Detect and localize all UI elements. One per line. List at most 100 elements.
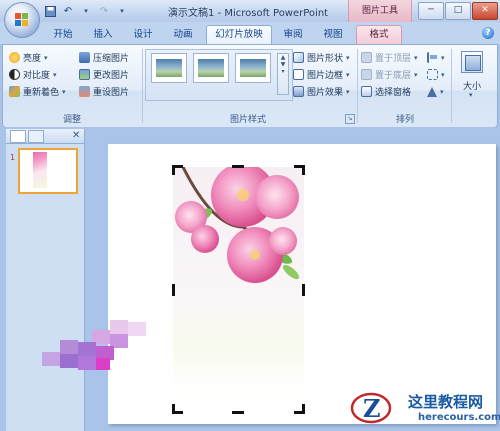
arrange-group-label: 排列 bbox=[395, 115, 414, 125]
crop-handle-top-right-v[interactable] bbox=[302, 165, 305, 175]
contrast-button[interactable]: 对比度 ▾ bbox=[9, 67, 57, 82]
picture-styles-group-label: 图片样式 bbox=[229, 115, 266, 125]
minimize-button[interactable]: ─ bbox=[418, 2, 444, 20]
reset-picture-button[interactable]: 重设图片 bbox=[79, 84, 129, 99]
change-picture-label: 更改图片 bbox=[93, 71, 130, 81]
flower-picture[interactable] bbox=[173, 167, 304, 413]
picture-style-1[interactable] bbox=[151, 53, 187, 83]
recolor-label: 重新着色 bbox=[23, 88, 60, 98]
compress-pictures-button[interactable]: 压缩图片 bbox=[79, 50, 129, 65]
recolor-button[interactable]: 重新着色 ▾ bbox=[9, 84, 66, 99]
size-icon bbox=[461, 51, 483, 73]
crop-handle-top[interactable] bbox=[232, 165, 244, 168]
brightness-icon bbox=[9, 52, 20, 63]
selection-pane-label: 选择窗格 bbox=[375, 88, 412, 98]
tab-review[interactable]: 审阅 bbox=[278, 26, 308, 44]
quick-access-toolbar: ↶ ▾ ↷ ▾ bbox=[42, 3, 130, 19]
selection-pane-icon bbox=[361, 86, 372, 97]
save-icon[interactable] bbox=[42, 3, 58, 19]
picture-effects-label: 图片效果 bbox=[307, 88, 344, 98]
gallery-more-icon[interactable]: ▾ bbox=[278, 68, 288, 75]
help-icon[interactable]: ? bbox=[482, 27, 494, 39]
tab-home[interactable]: 开始 bbox=[48, 26, 78, 44]
tab-design[interactable]: 设计 bbox=[128, 26, 158, 44]
tab-slideshow[interactable]: 幻灯片放映 bbox=[206, 25, 272, 45]
gallery-down-icon[interactable]: ▼ bbox=[278, 61, 288, 68]
adjust-group-label: 调整 bbox=[62, 115, 81, 125]
ribbon-tabs: 开始 插入 设计 动画 幻灯片放映 审阅 视图 格式 ? bbox=[0, 22, 500, 45]
bring-to-front-button[interactable]: 置于顶层 ▾ bbox=[361, 50, 418, 65]
office-button[interactable] bbox=[4, 2, 40, 38]
picture-border-label: 图片边框 bbox=[307, 71, 344, 81]
slide-number: 1 bbox=[10, 153, 16, 162]
bring-to-front-label: 置于顶层 bbox=[375, 54, 412, 64]
group-button[interactable]: ▾ bbox=[427, 67, 445, 82]
watermark-title: 这里教程网 bbox=[408, 393, 484, 411]
tab-animations[interactable]: 动画 bbox=[168, 26, 198, 44]
ribbon: 亮度 ▾ 对比度 ▾ 重新着色 ▾ 压缩图片 更改图片 重设图片 调整 ▲ ▼ ▾ 图… bbox=[2, 44, 498, 128]
brightness-label: 亮度 bbox=[23, 54, 42, 64]
change-picture-button[interactable]: 更改图片 bbox=[79, 67, 129, 82]
close-button[interactable]: ✕ bbox=[472, 2, 498, 20]
crop-handle-bottom-right-v[interactable] bbox=[302, 404, 305, 414]
change-picture-icon bbox=[79, 69, 90, 80]
send-to-back-label: 置于底层 bbox=[375, 71, 412, 81]
undo-dropdown-icon[interactable]: ▾ bbox=[78, 3, 94, 19]
qat-customize-icon[interactable]: ▾ bbox=[114, 3, 130, 19]
crop-handle-top-left-v[interactable] bbox=[172, 165, 175, 175]
outline-tab-icon[interactable] bbox=[28, 130, 44, 143]
watermark-url: herecours.com bbox=[418, 412, 500, 423]
picture-style-2[interactable] bbox=[193, 53, 229, 83]
crop-handle-left[interactable] bbox=[172, 284, 175, 296]
mosaic-blur bbox=[40, 318, 150, 373]
rotate-button[interactable]: ▾ bbox=[427, 84, 444, 99]
slides-tab-icon[interactable] bbox=[10, 130, 26, 143]
watermark-logo-icon: Z bbox=[350, 392, 392, 424]
send-to-back-icon bbox=[361, 69, 372, 80]
gallery-scroll[interactable]: ▲ ▼ ▾ bbox=[277, 53, 289, 95]
send-to-back-button[interactable]: 置于底层 ▾ bbox=[361, 67, 418, 82]
redo-icon[interactable]: ↷ bbox=[96, 3, 112, 19]
brightness-button[interactable]: 亮度 ▾ bbox=[9, 50, 48, 65]
crop-handle-right[interactable] bbox=[302, 284, 305, 296]
tab-format[interactable]: 格式 bbox=[356, 25, 402, 45]
office-logo-icon bbox=[15, 13, 28, 26]
selection-pane-button[interactable]: 选择窗格 bbox=[361, 84, 411, 99]
picture-style-3[interactable] bbox=[235, 53, 271, 83]
thumbnail-picture bbox=[33, 152, 47, 188]
picture-effects-button[interactable]: 图片效果 ▾ bbox=[293, 84, 350, 99]
slide-thumbnail[interactable] bbox=[18, 148, 78, 194]
crop-handle-bottom-left-v[interactable] bbox=[172, 404, 175, 414]
group-icon bbox=[427, 69, 438, 80]
close-pane-icon[interactable]: ✕ bbox=[72, 130, 80, 141]
undo-icon[interactable]: ↶ bbox=[60, 3, 76, 19]
bring-to-front-icon bbox=[361, 52, 372, 63]
reset-picture-icon bbox=[79, 86, 90, 97]
picture-border-button[interactable]: 图片边框 ▾ bbox=[293, 67, 350, 82]
size-dropdown-icon: ▾ bbox=[469, 91, 473, 99]
picture-shape-icon bbox=[293, 52, 304, 63]
compress-icon bbox=[79, 52, 90, 63]
picture-shape-label: 图片形状 bbox=[307, 54, 344, 64]
svg-text:Z: Z bbox=[363, 394, 381, 423]
maximize-button[interactable]: □ bbox=[445, 2, 471, 20]
recolor-icon bbox=[9, 86, 20, 97]
reset-picture-label: 重设图片 bbox=[93, 88, 130, 98]
contrast-label: 对比度 bbox=[23, 71, 51, 81]
rotate-icon bbox=[427, 86, 437, 97]
picture-styles-launcher-icon[interactable]: ↘ bbox=[345, 114, 355, 124]
align-button[interactable]: ▾ bbox=[427, 50, 445, 65]
crop-handle-bottom[interactable] bbox=[232, 411, 244, 414]
picture-effects-icon bbox=[293, 86, 304, 97]
compress-label: 压缩图片 bbox=[93, 54, 130, 64]
picture-shape-button[interactable]: 图片形状 ▾ bbox=[293, 50, 350, 65]
group-divider bbox=[357, 49, 358, 123]
gallery-up-icon[interactable]: ▲ bbox=[278, 54, 288, 61]
tab-view[interactable]: 视图 bbox=[318, 26, 348, 44]
group-divider bbox=[451, 49, 452, 123]
window-title: 演示文稿1 - Microsoft PowerPoint bbox=[168, 8, 329, 19]
picture-border-icon bbox=[293, 69, 304, 80]
flower-image bbox=[173, 167, 304, 413]
contrast-icon bbox=[9, 69, 20, 80]
tab-insert[interactable]: 插入 bbox=[88, 26, 118, 44]
